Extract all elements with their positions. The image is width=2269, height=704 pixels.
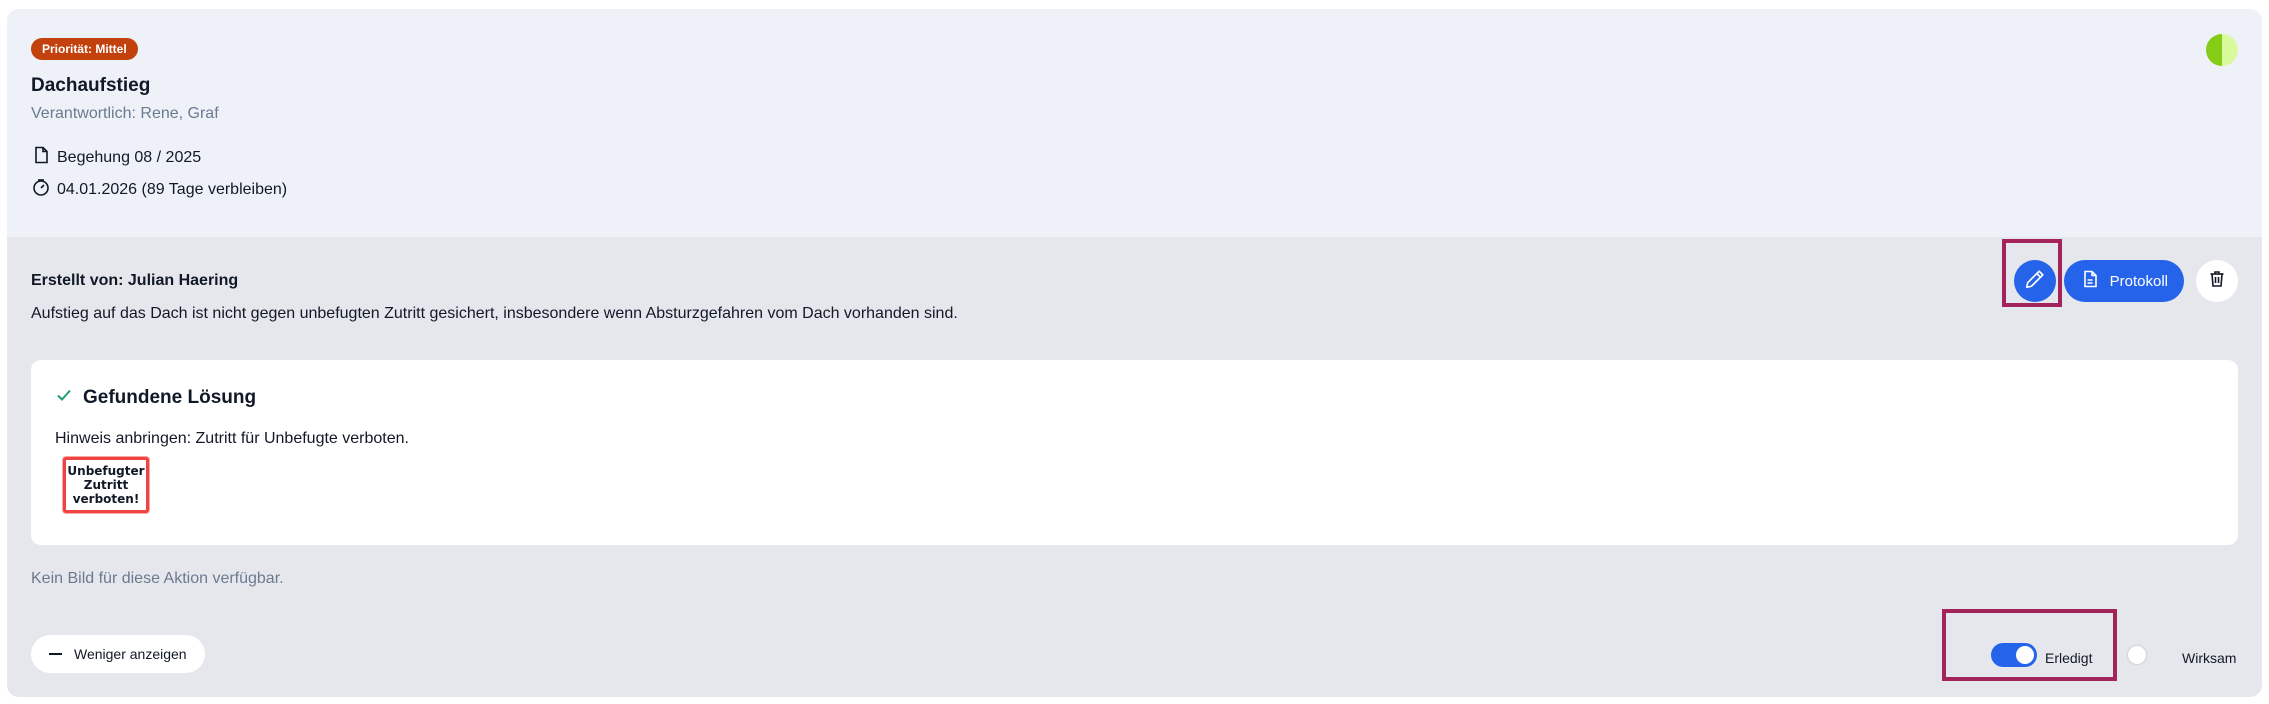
deadline-row: 04.01.2026 (89 Tage verbleiben) xyxy=(31,177,287,202)
solution-panel: Gefundene Lösung Hinweis anbringen: Zutr… xyxy=(31,360,2238,545)
protocol-button[interactable]: Protokoll xyxy=(2063,260,2184,302)
task-description: Aufstieg auf das Dach ist nicht gegen un… xyxy=(31,305,958,322)
document-icon xyxy=(31,145,51,170)
task-header: Priorität: Mittel Dachaufstieg Verantwor… xyxy=(7,9,2262,237)
edit-highlight-frame xyxy=(2002,239,2062,307)
priority-badge: Priorität: Mittel xyxy=(31,38,138,60)
inspection-row: Begehung 08 / 2025 xyxy=(31,145,201,170)
no-image-notice: Kein Bild für diese Aktion verfügbar. xyxy=(31,570,284,587)
show-less-button[interactable]: Weniger anzeigen xyxy=(31,635,205,673)
delete-button[interactable] xyxy=(2196,260,2238,302)
sign-line: verboten! xyxy=(72,492,140,506)
task-card: Priorität: Mittel Dachaufstieg Verantwor… xyxy=(7,9,2262,697)
task-title: Dachaufstieg xyxy=(31,75,151,96)
solution-heading: Gefundene Lösung xyxy=(55,386,256,410)
check-icon xyxy=(55,386,73,410)
minus-icon xyxy=(49,653,62,655)
solution-title: Gefundene Lösung xyxy=(83,387,257,408)
responsible-person: Verantwortlich: Rene, Graf xyxy=(31,105,219,122)
effective-toggle[interactable] xyxy=(2125,643,2171,667)
effective-label: Wirksam xyxy=(2182,650,2237,666)
solution-text: Hinweis anbringen: Zutritt für Unbefugte… xyxy=(55,430,409,447)
deadline-label: 04.01.2026 (89 Tage verbleiben) xyxy=(57,180,288,198)
show-less-label: Weniger anzeigen xyxy=(74,646,187,662)
prohibition-sign-image[interactable]: Unbefugter Zutritt verboten! xyxy=(63,457,149,513)
created-by: Erstellt von: Julian Haering xyxy=(31,272,239,289)
status-indicator-icon xyxy=(2206,34,2238,66)
inspection-label: Begehung 08 / 2025 xyxy=(57,148,202,166)
trash-icon xyxy=(2207,269,2227,294)
done-highlight-frame xyxy=(1942,609,2117,681)
protocol-label: Protokoll xyxy=(2109,272,2168,290)
sign-line: Unbefugter xyxy=(67,464,145,478)
sign-line: Zutritt xyxy=(83,478,129,492)
document-icon xyxy=(2080,269,2100,293)
timer-icon xyxy=(31,177,51,202)
